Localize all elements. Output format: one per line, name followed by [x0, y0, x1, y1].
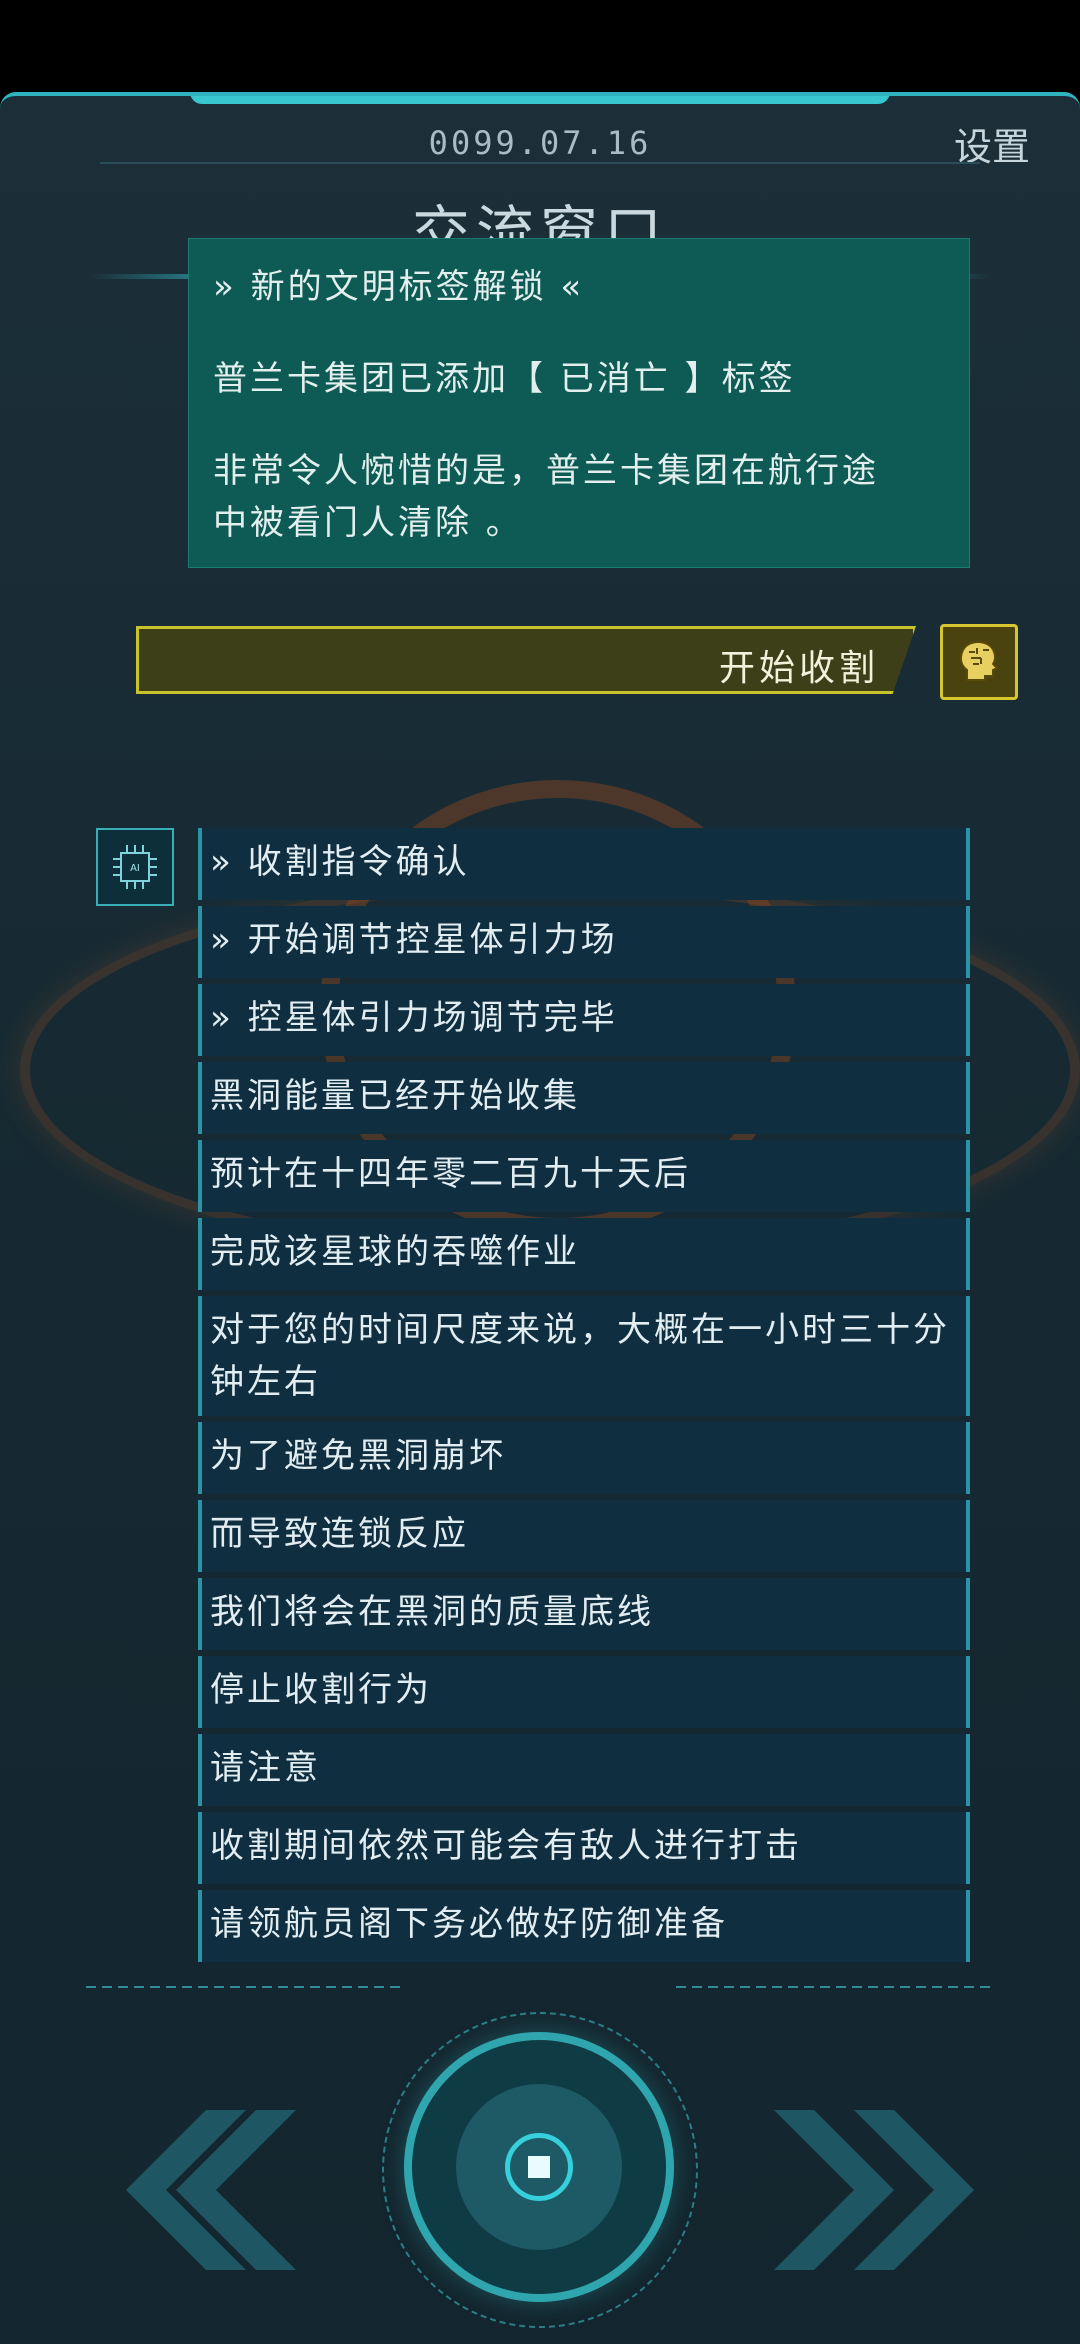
ai-message-bubble: 而导致连锁反应 [198, 1500, 970, 1572]
ai-message-bubble: » 控星体引力场调节完毕 [198, 984, 970, 1056]
ai-message-list: » 收割指令确认 » 开始调节控星体引力场 » 控星体引力场调节完毕 黑洞能量已… [198, 828, 970, 1968]
system-notice-bubble: » 新的文明标签解锁 « 普兰卡集团已添加【 已消亡 】标签 非常令人惋惜的是，… [188, 238, 970, 568]
ai-chip-label: AI [130, 863, 140, 874]
home-button-square [528, 2156, 550, 2178]
user-message-text: 开始收割 [718, 648, 879, 689]
notice-line: » 新的文明标签解锁 « [213, 267, 585, 307]
double-chevron-left-icon[interactable] [96, 2100, 316, 2280]
ai-message-bubble: 黑洞能量已经开始收集 [198, 1062, 970, 1134]
notice-line: 中被看门人清除 。 [213, 503, 523, 543]
ai-message-bubble: 请领航员阁下务必做好防御准备 [198, 1890, 970, 1962]
ai-chip-icon: AI [96, 828, 174, 906]
home-button-inner [456, 2084, 622, 2250]
date-display: 0099.07.16 [428, 124, 652, 162]
circle-core-button-icon[interactable] [404, 2032, 674, 2302]
ai-message-bubble: 停止收割行为 [198, 1656, 970, 1728]
user-message-bubble: 开始收割 [136, 626, 916, 694]
ai-message-bubble: » 收割指令确认 [198, 828, 970, 900]
divider [100, 162, 980, 164]
control-dash-line-left [86, 1986, 406, 1988]
ai-message-bubble: 为了避免黑洞崩坏 [198, 1422, 970, 1494]
notice-line: 非常令人惋惜的是，普兰卡集团在航行途 [213, 451, 879, 491]
ai-message-bubble: 收割期间依然可能会有敌人进行打击 [198, 1812, 970, 1884]
notice-line: 普兰卡集团已添加【 已消亡 】标签 [213, 359, 796, 399]
ai-message-bubble: 请注意 [198, 1734, 970, 1806]
control-dash-line-right [676, 1986, 996, 1988]
ai-message-bubble: » 开始调节控星体引力场 [198, 906, 970, 978]
ai-message-bubble: 对于您的时间尺度来说，大概在一小时三十分钟左右 [198, 1296, 970, 1416]
ai-message-bubble: 我们将会在黑洞的质量底线 [198, 1578, 970, 1650]
ai-message-bubble: 完成该星球的吞噬作业 [198, 1218, 970, 1290]
double-chevron-right-icon[interactable] [764, 2100, 984, 2280]
home-button-core [505, 2133, 573, 2201]
brain-head-icon [940, 624, 1018, 700]
ai-message-bubble: 预计在十四年零二百九十天后 [198, 1140, 970, 1212]
